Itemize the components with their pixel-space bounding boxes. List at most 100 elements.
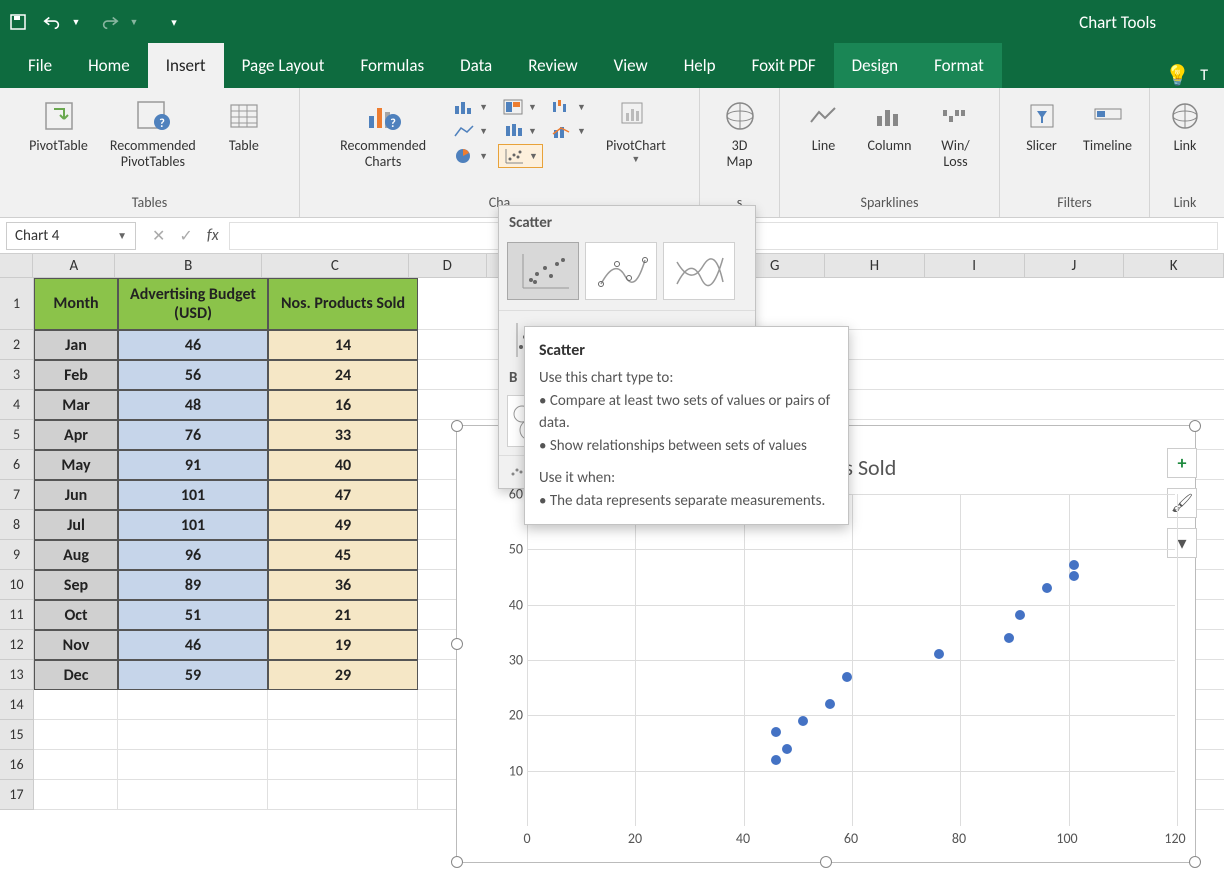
col-header-K[interactable]: K	[1124, 254, 1224, 277]
tab-data[interactable]: Data	[442, 43, 510, 88]
header-sold[interactable]: Nos. Products Sold	[268, 278, 418, 330]
data-point[interactable]	[1069, 571, 1079, 581]
cell-sold[interactable]: 33	[268, 420, 418, 450]
tab-formulas[interactable]: Formulas	[342, 43, 442, 88]
chart-handle-se[interactable]	[1189, 856, 1201, 868]
col-header-A[interactable]: A	[33, 254, 115, 277]
statistic-chart-button[interactable]: ▼	[498, 120, 541, 142]
cell-month[interactable]: Sep	[34, 570, 118, 600]
save-icon[interactable]	[8, 12, 28, 32]
hierarchy-chart-button[interactable]: ▼	[498, 96, 541, 118]
cell-sold[interactable]: 21	[268, 600, 418, 630]
cell-budget[interactable]: 89	[118, 570, 268, 600]
row-header[interactable]: 3	[0, 360, 34, 390]
tab-file[interactable]: File	[10, 43, 70, 88]
cell-month[interactable]: May	[34, 450, 118, 480]
cell-budget[interactable]: 51	[118, 600, 268, 630]
cell-month[interactable]: Dec	[34, 660, 118, 690]
redo-dropdown-icon[interactable]: ▼	[124, 12, 144, 32]
combo-chart-button[interactable]: ▼	[547, 120, 590, 142]
data-point[interactable]	[1015, 610, 1025, 620]
scatter-option-smooth-markers[interactable]	[585, 242, 657, 300]
cell-month[interactable]: Nov	[34, 630, 118, 660]
empty-cell[interactable]	[34, 690, 118, 720]
recommended-charts-button[interactable]: ? Recommended Charts	[323, 92, 443, 174]
cell-month[interactable]: Apr	[34, 420, 118, 450]
cell-month[interactable]: Jan	[34, 330, 118, 360]
scatter-option-markers[interactable]	[507, 242, 579, 300]
cell-budget[interactable]: 48	[118, 390, 268, 420]
data-point[interactable]	[798, 716, 808, 726]
tab-page-layout[interactable]: Page Layout	[224, 43, 343, 88]
empty-cell[interactable]	[118, 720, 268, 750]
tab-view[interactable]: View	[596, 43, 666, 88]
data-point[interactable]	[842, 672, 852, 682]
data-point[interactable]	[782, 744, 792, 754]
cell-budget[interactable]: 101	[118, 510, 268, 540]
row-header[interactable]: 2	[0, 330, 34, 360]
tab-review[interactable]: Review	[510, 43, 595, 88]
cell-sold[interactable]: 45	[268, 540, 418, 570]
data-point[interactable]	[825, 699, 835, 709]
data-point[interactable]	[1042, 583, 1052, 593]
undo-icon[interactable]	[42, 12, 62, 32]
cell-month[interactable]: Mar	[34, 390, 118, 420]
empty-cell[interactable]	[118, 690, 268, 720]
row-header[interactable]: 12	[0, 630, 34, 660]
cell-sold[interactable]: 40	[268, 450, 418, 480]
empty-cell[interactable]	[34, 750, 118, 780]
cell-sold[interactable]: 36	[268, 570, 418, 600]
formula-cancel-icon[interactable]: ✕	[152, 226, 165, 246]
row-header[interactable]: 5	[0, 420, 34, 450]
scatter-chart-button[interactable]: ▼	[498, 144, 543, 168]
row-header[interactable]: 14	[0, 690, 34, 720]
cell-month[interactable]: Oct	[34, 600, 118, 630]
empty-cell[interactable]	[34, 720, 118, 750]
cell-month[interactable]: Jul	[34, 510, 118, 540]
chart-elements-button[interactable]: +	[1167, 448, 1197, 478]
empty-cell[interactable]	[118, 750, 268, 780]
cell-sold[interactable]: 19	[268, 630, 418, 660]
pivot-chart-button[interactable]: PivotChart ▼	[596, 92, 676, 169]
row-header[interactable]: 10	[0, 570, 34, 600]
tab-format[interactable]: Format	[916, 43, 1002, 88]
col-header-C[interactable]: C	[262, 254, 409, 277]
column-chart-button[interactable]: ▼	[449, 96, 492, 118]
row-header[interactable]: 1	[0, 278, 34, 330]
slicer-button[interactable]: Slicer	[1012, 92, 1072, 158]
sparkline-column-button[interactable]: Column	[860, 92, 920, 158]
data-point[interactable]	[771, 727, 781, 737]
row-header[interactable]: 11	[0, 600, 34, 630]
qat-customize-icon[interactable]: ▾	[164, 12, 184, 32]
chart-handle-nw[interactable]	[451, 420, 463, 432]
cell-budget[interactable]: 56	[118, 360, 268, 390]
data-point[interactable]	[934, 649, 944, 659]
timeline-button[interactable]: Timeline	[1078, 92, 1138, 158]
name-box[interactable]: Chart 4 ▼	[6, 222, 136, 250]
chart-handle-ne[interactable]	[1189, 420, 1201, 432]
recommended-pivot-button[interactable]: ? Recommended PivotTables	[98, 92, 208, 174]
row-header[interactable]: 9	[0, 540, 34, 570]
row-header[interactable]: 15	[0, 720, 34, 750]
row-header[interactable]: 16	[0, 750, 34, 780]
formula-enter-icon[interactable]: ✓	[179, 226, 192, 246]
line-chart-button[interactable]: ▼	[449, 120, 492, 142]
empty-cell[interactable]	[118, 780, 268, 810]
cell-sold[interactable]: 24	[268, 360, 418, 390]
col-header-H[interactable]: H	[825, 254, 925, 277]
waterfall-chart-button[interactable]: ▼	[547, 96, 590, 118]
pie-chart-button[interactable]: ▼	[449, 144, 492, 168]
3d-map-button[interactable]: 3D Map	[710, 92, 770, 174]
link-button[interactable]: Link	[1155, 92, 1215, 158]
tab-foxit[interactable]: Foxit PDF	[734, 43, 834, 88]
header-budget[interactable]: Advertising Budget (USD)	[118, 278, 268, 330]
data-point[interactable]	[1069, 560, 1079, 570]
tab-insert[interactable]: Insert	[148, 43, 224, 88]
lightbulb-icon[interactable]: 💡	[1165, 63, 1190, 88]
chart-handle-sw[interactable]	[451, 856, 463, 868]
col-header-J[interactable]: J	[1025, 254, 1125, 277]
col-header-B[interactable]: B	[115, 254, 262, 277]
empty-cell[interactable]	[268, 720, 418, 750]
chart-plot-area[interactable]: 605040302010 020406080100120	[497, 494, 1175, 826]
cell-month[interactable]: Jun	[34, 480, 118, 510]
